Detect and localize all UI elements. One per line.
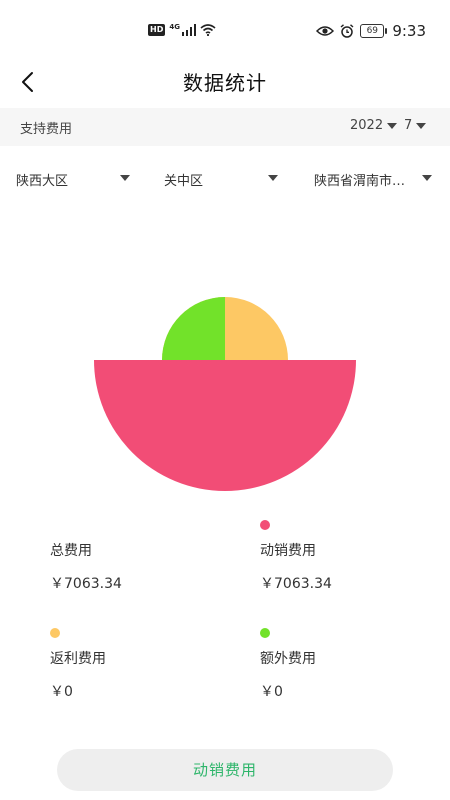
- region-dropdown-district[interactable]: 关中区: [164, 170, 282, 193]
- pie-slice-sales[interactable]: [94, 360, 356, 491]
- legend-dot: [260, 628, 270, 638]
- status-right: 69 9:33: [316, 22, 426, 40]
- wifi-icon: [200, 24, 216, 36]
- year-dropdown[interactable]: 2022: [350, 118, 398, 133]
- header: 数据统计: [0, 60, 450, 104]
- legend-name: 额外费用: [260, 651, 316, 667]
- legend: 总费用 ￥7063.34 动销费用 ￥7063.34 返利费用 ￥0 额外费用 …: [0, 510, 450, 710]
- caret-down-icon: [422, 175, 432, 181]
- network-type: 4G: [169, 23, 180, 31]
- legend-value: ￥7063.34: [50, 576, 122, 592]
- month-dropdown[interactable]: 7: [404, 118, 427, 133]
- page: HD 4G 69 9:33 数据统计 支持费用 2022 7 陕西大区 关中区 …: [0, 0, 450, 800]
- region-dropdown-city[interactable]: 陕西省渭南市…: [314, 170, 436, 193]
- legend-dot: [50, 628, 60, 638]
- legend-name: 返利费用: [50, 651, 106, 667]
- legend-value: ￥0: [50, 684, 73, 700]
- region-label: 关中区: [164, 174, 204, 189]
- sales-expense-button[interactable]: 动销费用: [57, 749, 393, 791]
- region-dropdown-area[interactable]: 陕西大区: [16, 170, 134, 193]
- caret-down-icon: [120, 175, 130, 181]
- year-value: 2022: [350, 118, 384, 133]
- expense-type-label: 支持费用: [20, 122, 73, 137]
- clock: 9:33: [392, 22, 426, 40]
- status-bar: HD 4G 69 9:33: [0, 0, 450, 60]
- filter-bar: 支持费用 2022 7: [0, 108, 450, 146]
- legend-name: 总费用: [50, 543, 92, 559]
- legend-dot: [260, 520, 270, 530]
- hd-badge: HD: [148, 24, 166, 36]
- region-filter-row: 陕西大区 关中区 陕西省渭南市…: [0, 160, 450, 200]
- region-label: 陕西大区: [16, 174, 69, 189]
- pie-slice-extra[interactable]: [162, 297, 225, 360]
- legend-value: ￥7063.34: [260, 576, 332, 592]
- status-left: HD 4G: [148, 23, 216, 36]
- legend-value: ￥0: [260, 684, 283, 700]
- caret-down-icon: [268, 175, 278, 181]
- caret-down-icon: [387, 122, 398, 129]
- page-title: 数据统计: [183, 71, 267, 95]
- region-label: 陕西省渭南市…: [314, 174, 406, 189]
- legend-name: 动销费用: [260, 543, 316, 559]
- battery-icon: 69: [360, 24, 388, 38]
- caret-down-icon: [416, 122, 427, 129]
- eye-icon: [316, 26, 335, 36]
- signal-icon: [181, 24, 196, 36]
- chart-svg: [94, 297, 356, 491]
- alarm-icon: [340, 24, 354, 38]
- month-value: 7: [404, 118, 413, 133]
- expense-chart: [0, 230, 450, 510]
